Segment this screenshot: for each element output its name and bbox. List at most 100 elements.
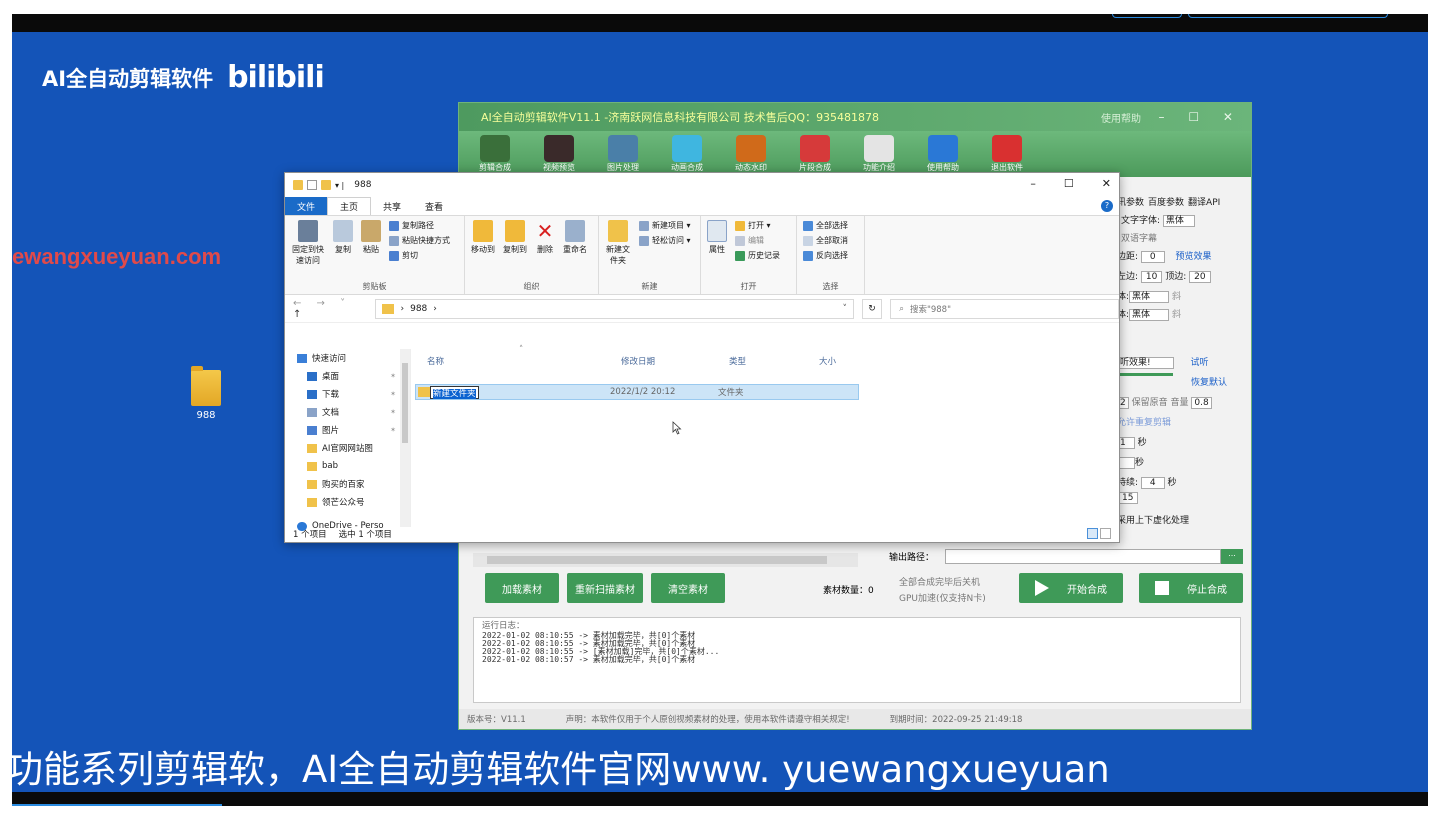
toolbar-button[interactable]: 使用帮助 — [923, 135, 963, 173]
properties-button[interactable]: 属性 — [707, 220, 727, 255]
rescan-material-button[interactable]: 重新扫描素材 — [567, 573, 643, 603]
refresh-button[interactable]: ↻ — [861, 298, 883, 319]
shutdown-checkbox[interactable]: 全部合成完毕后关机 — [899, 575, 980, 588]
copy-button[interactable]: 复制 — [333, 220, 353, 255]
nav-item[interactable]: bab — [285, 457, 410, 475]
search-box[interactable]: ⌕ 搜索"988" — [890, 298, 1120, 319]
nav-buttons[interactable]: ← → ˅ ↑ — [293, 298, 367, 320]
effect-slider[interactable] — [1117, 373, 1173, 376]
output-browse-button[interactable]: ... — [1221, 549, 1243, 564]
stop-synthesis-button[interactable]: 停止合成 — [1139, 573, 1243, 603]
video-progress-bar[interactable] — [12, 804, 222, 806]
delete-button[interactable]: ✕ 删除 — [535, 220, 555, 255]
move-to-button[interactable]: 移动到 — [471, 220, 495, 255]
column-type[interactable]: 类型 — [729, 355, 746, 367]
paste-button[interactable]: 粘贴 — [361, 220, 381, 255]
edit-button[interactable]: 编辑 — [735, 235, 780, 246]
hscroll-thumb[interactable] — [487, 556, 827, 564]
spacing-input[interactable]: 0 — [1140, 251, 1165, 263]
help-icon[interactable]: ? — [1101, 200, 1113, 212]
pin-quick-access-button[interactable]: 固定到快速访问 — [291, 220, 325, 266]
invert-selection-button[interactable]: 反向选择 — [803, 250, 858, 261]
nav-item[interactable]: 桌面 ✶ — [285, 367, 410, 385]
copy-path-button[interactable]: 复制路径 — [389, 220, 450, 231]
nav-item[interactable]: 下载 ✶ — [285, 385, 410, 403]
output-path-input[interactable] — [945, 549, 1221, 564]
large-icons-view-icon[interactable] — [1100, 528, 1111, 539]
nav-item[interactable]: 领芒公众号 — [285, 493, 410, 511]
keep-audio-checkbox[interactable]: 保留原音 — [1132, 398, 1168, 408]
material-hscroll[interactable] — [473, 553, 858, 567]
toolbar-button[interactable]: 图片处理 — [603, 135, 643, 173]
nav-item[interactable]: 快速访问 — [285, 349, 410, 367]
allow-repeat-checkbox[interactable]: 允许重复剪辑 — [1117, 415, 1171, 428]
clear-material-button[interactable]: 清空素材 — [651, 573, 725, 603]
toolbar-button[interactable]: 片段合成 — [795, 135, 835, 173]
minimize-button[interactable]: – — [1030, 177, 1036, 190]
font2-select[interactable]: 黑体 — [1129, 291, 1170, 303]
close-button[interactable]: ✕ — [1102, 177, 1111, 190]
toolbar-button[interactable]: 动画合成 — [667, 135, 707, 173]
left-input[interactable]: 10 — [1140, 271, 1163, 283]
nav-item[interactable]: 文档 ✶ — [285, 403, 410, 421]
toolbar-button[interactable]: 退出软件 — [987, 135, 1027, 173]
start-synthesis-button[interactable]: 开始合成 — [1019, 573, 1123, 603]
copy-to-button[interactable]: 复制到 — [503, 220, 527, 255]
duration-input[interactable]: 4 — [1140, 477, 1165, 489]
customize-qat-icon[interactable]: ▾ | — [335, 181, 344, 190]
pin-icon[interactable]: ✶ — [390, 372, 396, 380]
column-date[interactable]: 修改日期 — [621, 355, 655, 367]
maximize-button[interactable]: ☐ — [1064, 177, 1074, 190]
file-row[interactable]: 新建文件夹 2022/1/2 20:12 文件夹 — [415, 384, 859, 400]
cut-button[interactable]: 剪切 — [389, 250, 450, 261]
quick-access-checkbox-icon[interactable] — [307, 180, 317, 190]
new-folder-button[interactable]: 新建文件夹 — [605, 220, 631, 266]
effect-input[interactable]: 听效果! — [1117, 357, 1174, 369]
nav-item[interactable]: 图片 ✶ — [285, 421, 410, 439]
n15-input[interactable]: 15 — [1117, 492, 1139, 504]
tab-file[interactable]: 文件 — [285, 197, 328, 215]
top-tab[interactable] — [1188, 14, 1388, 18]
italic2-checkbox[interactable]: 斜 — [1172, 310, 1181, 320]
tab-view[interactable]: 查看 — [413, 197, 455, 215]
italic-checkbox[interactable]: 斜 — [1172, 292, 1181, 302]
settings-tab[interactable]: 翻译API — [1188, 195, 1220, 208]
top-tab[interactable] — [1112, 14, 1182, 18]
details-view-icon[interactable] — [1087, 528, 1098, 539]
easy-access-button[interactable]: 轻松访问 ▾ — [639, 235, 691, 246]
pin-icon[interactable]: ✶ — [390, 408, 396, 416]
address-dropdown-icon[interactable]: ˅ — [842, 304, 847, 314]
history-button[interactable]: 历史记录 — [735, 250, 780, 261]
tab-home[interactable]: 主页 — [327, 197, 372, 215]
nav-item[interactable]: AI官网网站图 — [285, 439, 410, 457]
new-folder-icon[interactable] — [321, 180, 331, 190]
font-select[interactable]: 黑体 — [1162, 215, 1195, 227]
top-input[interactable]: 20 — [1189, 271, 1211, 283]
breadcrumb-item[interactable]: 988 — [410, 304, 427, 314]
pin-icon[interactable]: ✶ — [390, 390, 396, 398]
select-none-button[interactable]: 全部取消 — [803, 235, 858, 246]
settings-tab[interactable]: 百度参数 — [1148, 195, 1184, 208]
settings-tab[interactable]: 讯参数 — [1117, 195, 1144, 208]
new-item-button[interactable]: 新建项目 ▾ — [639, 220, 691, 231]
nav-item[interactable]: 购买的百家 — [285, 475, 410, 493]
paste-shortcut-button[interactable]: 粘贴快捷方式 — [389, 235, 450, 246]
bilingual-checkbox[interactable]: 双语字幕 — [1121, 231, 1157, 244]
rename-button[interactable]: 重命名 — [563, 220, 587, 255]
column-name[interactable]: 名称 — [427, 355, 444, 367]
blur-checkbox[interactable]: 采用上下虚化处理 — [1117, 513, 1189, 526]
gpu-checkbox[interactable]: GPU加速(仅支持N卡) — [899, 591, 986, 604]
column-size[interactable]: 大小 — [819, 355, 836, 367]
address-bar[interactable]: › 988 › ˅ — [375, 298, 854, 319]
font3-select[interactable]: 黑体 — [1129, 309, 1170, 321]
app-window-controls[interactable]: – ☐ ✕ — [1159, 110, 1243, 124]
tab-share[interactable]: 共享 — [371, 197, 413, 215]
select-all-button[interactable]: 全部选择 — [803, 220, 858, 231]
pin-icon[interactable]: ✶ — [390, 426, 396, 434]
preview-link[interactable]: 预览效果 — [1176, 252, 1212, 262]
desktop-folder[interactable]: 988 — [186, 366, 226, 421]
open-button[interactable]: 打开 ▾ — [735, 220, 780, 231]
add-material-button[interactable]: 加载素材 — [485, 573, 559, 603]
volume-input[interactable]: 0.8 — [1191, 397, 1212, 409]
toolbar-button[interactable]: 剪辑合成 — [475, 135, 515, 173]
